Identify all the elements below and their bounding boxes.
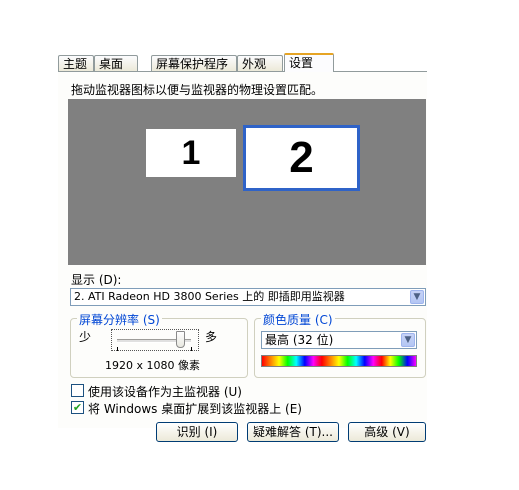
resolution-more-label: 多: [205, 330, 218, 344]
chevron-down-icon[interactable]: ▼: [401, 333, 415, 347]
extend-desktop-checkbox[interactable]: ✔: [71, 401, 84, 414]
monitor-2-icon[interactable]: 2: [243, 125, 360, 191]
display-properties-panel: 主题 桌面 屏幕保护程序 外观 设置 拖动监视器图标以便与监视器的物理设置匹配。…: [58, 50, 428, 442]
primary-monitor-checkbox[interactable]: [71, 384, 84, 397]
slider-tick: [117, 347, 118, 351]
tab-settings[interactable]: 设置: [284, 53, 334, 72]
monitor-arrangement-preview: 1 2: [68, 99, 426, 265]
color-quality-title: 颜色质量 (C): [261, 311, 335, 328]
color-quality-group: 颜色质量 (C) 最高 (32 位) ▼: [254, 311, 426, 378]
chevron-down-icon[interactable]: ▼: [410, 290, 424, 304]
primary-monitor-label: 使用该设备作为主监视器 (U): [88, 385, 242, 399]
resolution-value: 1920 x 1080 像素: [105, 359, 200, 372]
tab-strip: 主题 桌面 屏幕保护程序 外观 设置: [58, 53, 428, 72]
resolution-slider-thumb[interactable]: [175, 331, 185, 348]
resolution-group: 屏幕分辨率 (S) 少 多 1920 x 1080 像素: [70, 311, 248, 378]
advanced-button[interactable]: 高级 (V): [348, 422, 426, 442]
tab-desktop[interactable]: 桌面: [94, 55, 138, 71]
troubleshoot-button[interactable]: 疑难解答 (T)...: [247, 422, 339, 442]
tab-screensaver[interactable]: 屏幕保护程序: [151, 55, 237, 71]
resolution-less-label: 少: [79, 330, 92, 344]
extend-desktop-label: 将 Windows 桌面扩展到该监视器上 (E): [88, 402, 302, 416]
color-quality-select[interactable]: 最高 (32 位) ▼: [261, 331, 417, 349]
instruction-text: 拖动监视器图标以便与监视器的物理设置匹配。: [71, 83, 324, 97]
color-spectrum-bar: [261, 355, 417, 367]
check-icon: ✔: [72, 401, 83, 414]
resolution-title: 屏幕分辨率 (S): [77, 311, 162, 328]
tab-themes[interactable]: 主题: [58, 55, 94, 71]
color-quality-value: 最高 (32 位): [265, 333, 334, 347]
tab-appearance[interactable]: 外观: [237, 55, 283, 71]
identify-button[interactable]: 识别 (I): [156, 422, 238, 442]
display-label: 显示 (D):: [71, 273, 122, 287]
slider-tick: [191, 347, 192, 351]
monitor-2-number: 2: [289, 133, 314, 182]
monitor-1-number: 1: [181, 133, 201, 172]
display-select[interactable]: 2. ATI Radeon HD 3800 Series 上的 即插即用监视器 …: [70, 288, 426, 306]
display-select-value: 2. ATI Radeon HD 3800 Series 上的 即插即用监视器: [74, 290, 345, 303]
monitor-1-icon[interactable]: 1: [146, 129, 236, 177]
